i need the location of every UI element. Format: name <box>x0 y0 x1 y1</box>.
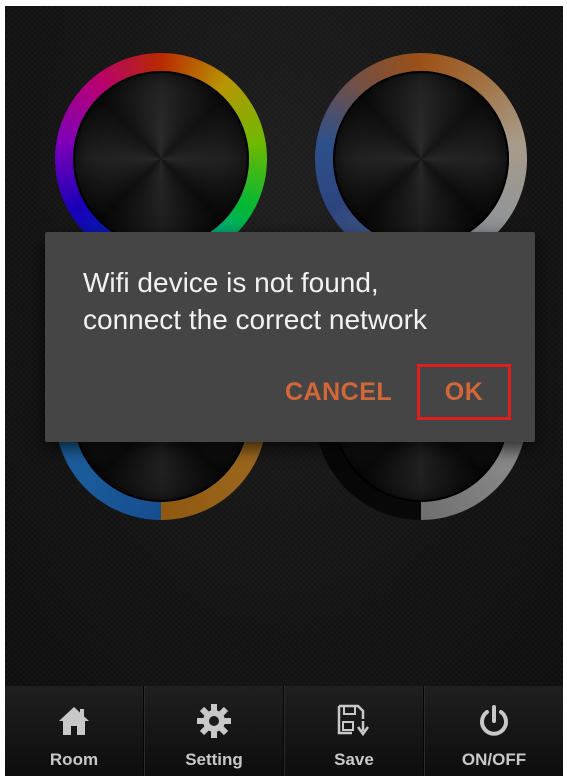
tab-on-off[interactable]: ON/OFF <box>424 686 563 776</box>
dialog-message-line2: connect the correct network <box>83 304 427 335</box>
dialog-message: Wifi device is not found, connect the co… <box>83 264 513 338</box>
home-icon <box>59 707 89 735</box>
dialog-message-line1: Wifi device is not found, <box>83 267 379 298</box>
tab-room-label: Room <box>49 750 99 769</box>
tab-setting-label: Setting <box>185 750 243 769</box>
gear-icon <box>197 704 231 738</box>
control-area: Wifi device is not found, connect the co… <box>5 6 563 686</box>
tab-save-label: Save <box>334 750 374 769</box>
save-icon <box>337 704 370 737</box>
tab-on-off-label: ON/OFF <box>461 750 527 769</box>
ok-button[interactable]: OK <box>417 364 511 420</box>
cancel-button[interactable]: CANCEL <box>285 378 392 407</box>
app-screen: Wifi device is not found, connect the co… <box>5 6 563 776</box>
ok-button-label: OK <box>444 377 484 406</box>
tab-room[interactable]: Room <box>5 686 144 776</box>
tab-save[interactable]: Save <box>284 686 424 776</box>
wifi-alert-dialog: Wifi device is not found, connect the co… <box>45 232 535 442</box>
power-icon <box>480 705 508 736</box>
bottom-tab-bar: Room Setting Save ON/OFF <box>5 686 563 776</box>
tab-setting[interactable]: Setting <box>144 686 284 776</box>
